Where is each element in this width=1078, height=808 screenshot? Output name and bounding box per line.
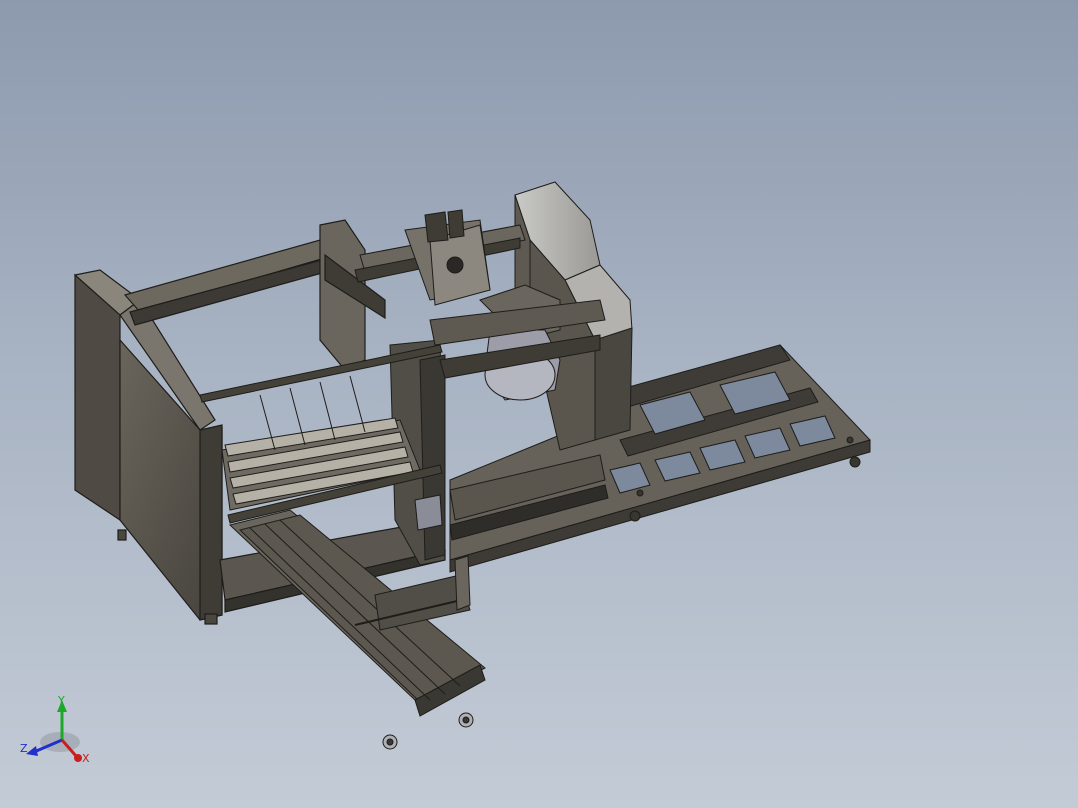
cad-model[interactable] bbox=[0, 0, 1078, 808]
y-axis-label: Y bbox=[57, 694, 65, 707]
coordinate-triad-icon: Y Z X bbox=[20, 694, 90, 765]
x-axis-label: X bbox=[82, 752, 90, 765]
cad-viewport[interactable]: Y Z X bbox=[0, 0, 1078, 808]
z-axis-label: Z bbox=[20, 742, 28, 755]
